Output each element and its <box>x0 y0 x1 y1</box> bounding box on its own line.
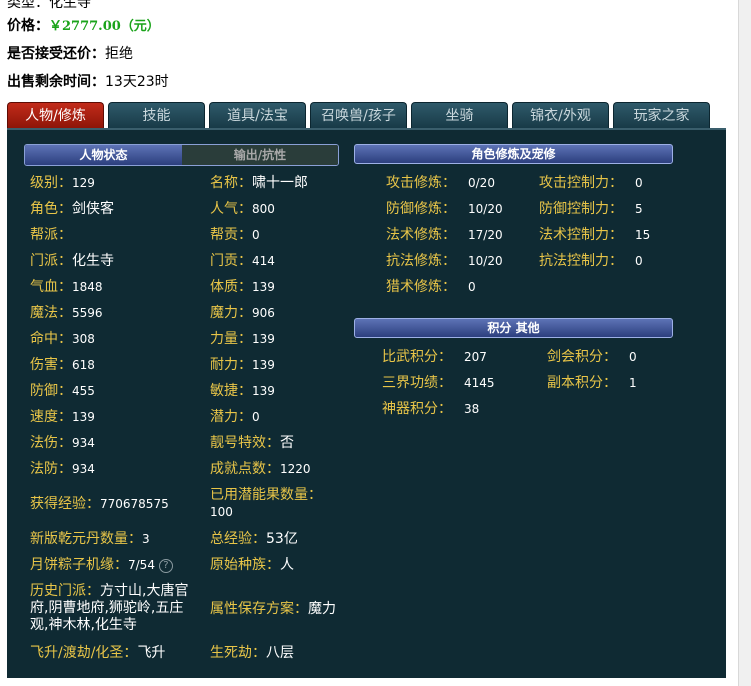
tab-pets[interactable]: 召唤兽/孩子 <box>310 102 407 128</box>
cult-row-3b: 法术控制力： <box>539 227 623 243</box>
field-mooncake: 月饼粽子机缘：7/54? <box>30 557 173 574</box>
field-potential-fruit: 已用潜能果数量： 100 <box>210 487 322 519</box>
field-achievement: 成就点数：1220 <box>210 461 311 477</box>
tab-skills[interactable]: 技能 <box>108 102 205 128</box>
field-mag-damage: 法伤：934 <box>30 435 95 451</box>
points-row-1a-value: 207 <box>464 350 487 364</box>
field-pretty-id: 靓号特效：否 <box>210 435 294 451</box>
question-circle-icon[interactable]: ? <box>158 558 173 573</box>
cult-row-2a-value: 10/20 <box>468 202 503 216</box>
cult-row-4b-value: 0 <box>635 254 643 268</box>
price-value: ￥2777.00（元） <box>49 19 160 34</box>
points-row-1a: 比武积分： <box>382 349 452 365</box>
counter-offer-line: 是否接受还价：拒绝 <box>7 43 133 63</box>
tab-character[interactable]: 人物/修炼 <box>7 102 104 128</box>
field-level: 级别：129 <box>30 175 95 191</box>
subtab-output[interactable]: 输出/抗性 <box>182 145 338 165</box>
points-row-1b: 剑会积分： <box>547 349 617 365</box>
tab-appearance[interactable]: 锦衣/外观 <box>512 102 609 128</box>
points-row-2b: 副本积分： <box>547 375 617 391</box>
field-contribution: 帮贡：0 <box>210 227 260 243</box>
cult-row-1b: 攻击控制力： <box>539 175 623 191</box>
field-race: 原始种族：人 <box>210 557 294 573</box>
field-mp: 魔法：5596 <box>30 305 103 321</box>
cult-row-4a-value: 10/20 <box>468 254 503 268</box>
field-attr-save: 属性保存方案：魔力 <box>210 601 336 617</box>
cult-row-1b-value: 0 <box>635 176 643 190</box>
field-speed: 速度：139 <box>30 409 95 425</box>
cult-row-4b: 抗法控制力： <box>539 253 623 269</box>
cult-row-2a: 防御修炼： <box>386 201 456 217</box>
main-tabs: 人物/修炼 技能 道具/法宝 召唤兽/孩子 坐骑 锦衣/外观 玩家之家 <box>7 102 712 129</box>
field-strength: 力量：139 <box>210 331 275 347</box>
field-mag-defense: 法防：934 <box>30 461 95 477</box>
points-row-2b-value: 1 <box>629 376 637 390</box>
field-qianyuan: 新版乾元丹数量：3 <box>30 531 150 547</box>
cult-row-3b-value: 15 <box>635 228 651 242</box>
status-subtabs: 人物状态 输出/抗性 <box>24 144 339 166</box>
scrollbar-track[interactable] <box>738 0 751 686</box>
points-row-3a: 神器积分： <box>382 401 452 417</box>
field-constitution: 体质：139 <box>210 279 275 295</box>
subtab-status[interactable]: 人物状态 <box>25 145 182 165</box>
cult-row-5a: 猎术修炼： <box>386 279 456 295</box>
field-total-exp: 总经验：53亿 <box>210 531 298 547</box>
points-row-3a-value: 38 <box>464 402 480 416</box>
cult-row-4a: 抗法修炼： <box>386 253 456 269</box>
cult-row-2b-value: 5 <box>635 202 643 216</box>
cult-row-5a-value: 0 <box>468 280 476 294</box>
field-agility: 敏捷：139 <box>210 383 275 399</box>
tab-mounts[interactable]: 坐骑 <box>411 102 508 128</box>
remaining-time-label: 出售剩余时间： <box>7 74 105 90</box>
tab-items[interactable]: 道具/法宝 <box>209 102 306 128</box>
field-history-school: 历史门派：方寸山,大唐官府,阴曹地府,狮驼岭,五庄观,神木林,化生寺 <box>30 583 189 633</box>
field-name: 名称：啸十一郎 <box>210 175 308 191</box>
field-school-contrib: 门贡：414 <box>210 253 275 269</box>
remaining-time-value: 13天23时 <box>105 74 169 90</box>
field-guild: 帮派： <box>30 227 72 243</box>
character-panel: 人物状态 输出/抗性 级别：129 名称：啸十一郎 角色：剑侠客 人气：800 … <box>7 128 726 678</box>
price-label: 价格： <box>7 18 49 34</box>
field-defense: 防御：455 <box>30 383 95 399</box>
cult-row-3a: 法术修炼： <box>386 227 456 243</box>
points-row-2a-value: 4145 <box>464 376 495 390</box>
tab-home[interactable]: 玩家之家 <box>613 102 710 128</box>
field-hit: 命中：308 <box>30 331 95 347</box>
type-line-text: 类型：化生寺 <box>7 0 91 11</box>
cult-row-1a: 攻击修炼： <box>386 175 456 191</box>
field-damage: 伤害：618 <box>30 357 95 373</box>
points-header: 积分 其他 <box>354 318 673 338</box>
points-row-1b-value: 0 <box>629 350 637 364</box>
cult-row-1a-value: 0/20 <box>468 176 495 190</box>
counter-offer-value: 拒绝 <box>105 46 133 62</box>
field-potential: 潜力：0 <box>210 409 260 425</box>
field-popularity: 人气：800 <box>210 201 275 217</box>
field-endurance: 耐力：139 <box>210 357 275 373</box>
type-line: 类型：化生寺 <box>7 0 91 12</box>
field-exp: 获得经验：770678575 <box>30 496 169 512</box>
counter-offer-label: 是否接受还价： <box>7 46 105 62</box>
field-hp: 气血：1848 <box>30 279 103 295</box>
field-life-death: 生死劫：八层 <box>210 645 294 661</box>
field-magic: 魔力：906 <box>210 305 275 321</box>
remaining-time-line: 出售剩余时间：13天23时 <box>7 71 169 91</box>
points-row-2a: 三界功绩： <box>382 375 452 391</box>
cult-row-2b: 防御控制力： <box>539 201 623 217</box>
price-line: 价格：￥2777.00（元） <box>7 15 160 35</box>
cult-row-3a-value: 17/20 <box>468 228 503 242</box>
field-ascension: 飞升/渡劫/化圣：飞升 <box>30 645 166 661</box>
field-role: 角色：剑侠客 <box>30 201 114 217</box>
field-school: 门派：化生寺 <box>30 253 114 269</box>
cultivation-header: 角色修炼及宠修 <box>354 144 673 164</box>
